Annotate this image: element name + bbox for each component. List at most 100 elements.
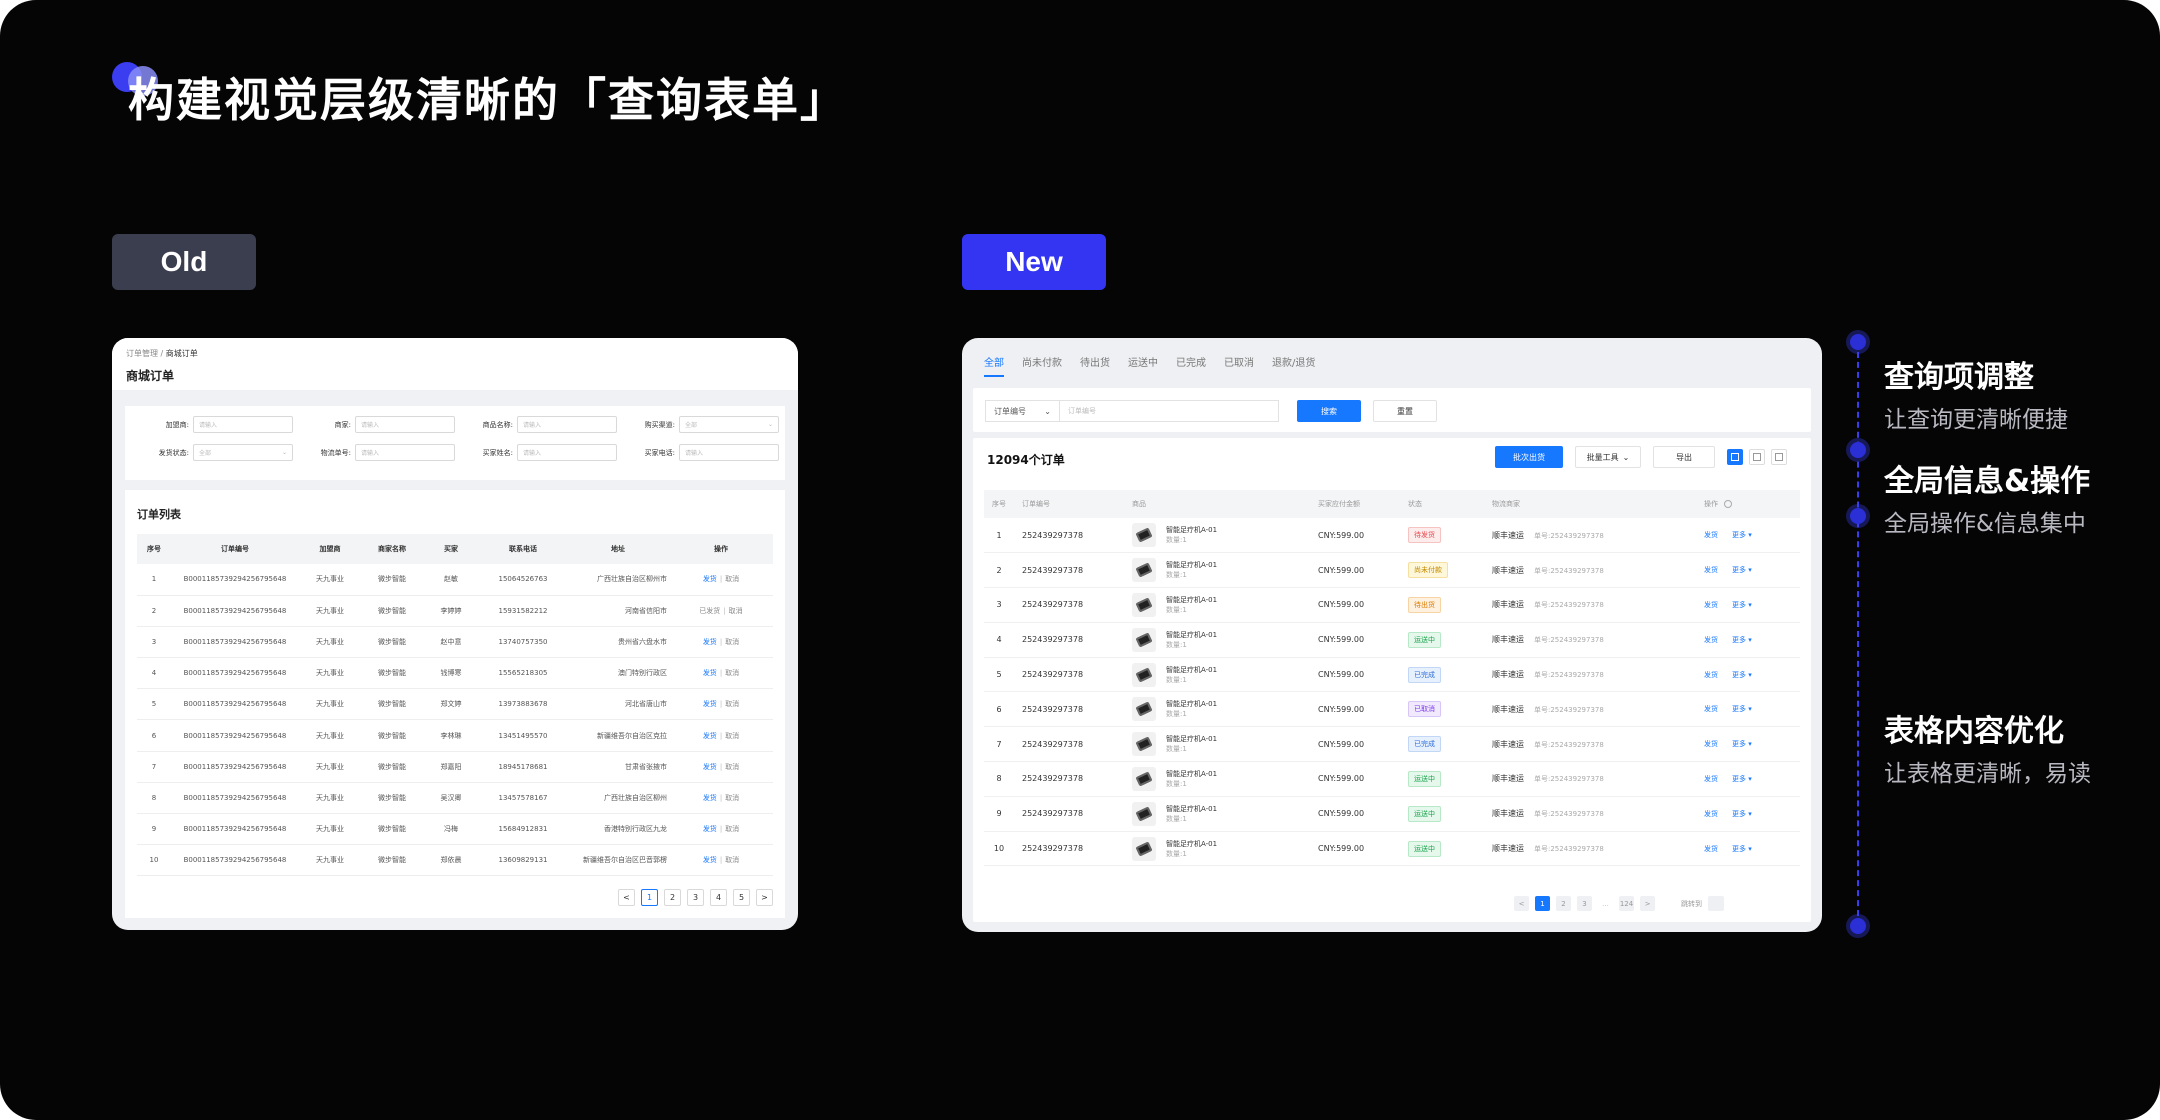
more-dropdown[interactable]: 更多 ▾	[1732, 636, 1752, 644]
search-button[interactable]: 搜索	[1297, 400, 1361, 422]
more-dropdown[interactable]: 更多 ▾	[1732, 531, 1752, 539]
page-button[interactable]: 2	[1556, 896, 1571, 911]
status-tab[interactable]: 已取消	[1224, 338, 1254, 384]
cancel-link[interactable]: 取消	[725, 763, 739, 771]
ship-link[interactable]: 发货	[703, 732, 717, 740]
table-cell: 河北省唐山市	[567, 688, 669, 721]
filter-input[interactable]: 请输入	[355, 444, 455, 461]
prev-page-button[interactable]: <	[1514, 896, 1529, 911]
more-dropdown[interactable]: 更多 ▾	[1732, 566, 1752, 574]
ship-link[interactable]: 发货	[703, 825, 717, 833]
ship-link[interactable]: 发货	[1704, 845, 1718, 853]
cancel-link[interactable]: 取消	[729, 607, 743, 615]
export-button[interactable]: 导出	[1653, 446, 1715, 468]
status-cell: 已取消	[1400, 691, 1484, 728]
ship-link[interactable]: 发货	[1704, 636, 1718, 644]
prev-page-button[interactable]: <	[618, 889, 635, 906]
product-thumbnail	[1132, 523, 1156, 548]
cancel-link[interactable]: 取消	[725, 794, 739, 802]
next-page-button[interactable]: >	[1640, 896, 1655, 911]
breadcrumb-root[interactable]: 订单管理	[126, 349, 158, 358]
card-view-icon[interactable]	[1771, 449, 1787, 465]
status-tab[interactable]: 全部	[984, 338, 1004, 384]
ship-link[interactable]: 发货	[1704, 671, 1718, 679]
cancel-link[interactable]: 取消	[725, 732, 739, 740]
more-dropdown[interactable]: 更多 ▾	[1732, 775, 1752, 783]
cancel-link[interactable]: 取消	[725, 669, 739, 677]
ship-link[interactable]: 发货	[703, 575, 717, 583]
filter-input[interactable]: 请输入	[517, 444, 617, 461]
status-tab[interactable]: 运送中	[1128, 338, 1158, 384]
ship-link[interactable]: 发货	[703, 856, 717, 864]
cancel-link[interactable]: 取消	[725, 700, 739, 708]
batch-tools-dropdown[interactable]: 批量工具 ⌄	[1575, 446, 1641, 468]
ship-link[interactable]: 发货	[703, 763, 717, 771]
info-icon[interactable]	[1724, 500, 1732, 508]
status-tab[interactable]: 待出货	[1080, 338, 1110, 384]
page-button[interactable]: 124	[1619, 896, 1634, 911]
column-label: 物流商家	[1492, 500, 1520, 508]
ship-link[interactable]: 发货	[1704, 740, 1718, 748]
ship-link[interactable]: 发货	[703, 638, 717, 646]
ship-link[interactable]: 发货	[703, 669, 717, 677]
page-button[interactable]: 1	[1535, 896, 1550, 911]
status-tab[interactable]: 尚未付款	[1022, 338, 1062, 384]
cancel-link[interactable]: 取消	[725, 575, 739, 583]
row-index: 4	[984, 622, 1014, 658]
more-dropdown[interactable]: 更多 ▾	[1732, 705, 1752, 713]
cancel-link[interactable]: 取消	[725, 825, 739, 833]
batch-ship-button[interactable]: 批次出货	[1495, 446, 1563, 468]
rail-node-icon	[1850, 508, 1866, 524]
filter-input[interactable]: 请输入	[517, 416, 617, 433]
tracking-number: 单号:252439297378	[1534, 566, 1604, 575]
status-badge: 待发货	[1408, 527, 1441, 544]
ship-link[interactable]: 发货	[1704, 705, 1718, 713]
cancel-link[interactable]: 取消	[725, 856, 739, 864]
more-dropdown[interactable]: 更多 ▾	[1732, 601, 1752, 609]
page-button[interactable]: 5	[733, 889, 750, 906]
ship-link[interactable]: 发货	[703, 794, 717, 802]
order-number: 252439297378	[1014, 831, 1124, 867]
product-name: 智能足疗机A-01	[1166, 839, 1218, 848]
more-dropdown[interactable]: 更多 ▾	[1732, 740, 1752, 748]
product-text: 智能足疗机A-01 数量:1	[1166, 839, 1217, 859]
cancel-link[interactable]: 取消	[725, 638, 739, 646]
ship-link[interactable]: 已发货	[699, 607, 720, 615]
product: 智能足疗机A-01 数量:1	[1132, 592, 1310, 617]
filter-input[interactable]: 全部 ⌄	[193, 444, 293, 461]
more-dropdown[interactable]: 更多 ▾	[1732, 671, 1752, 679]
page-button[interactable]: 2	[664, 889, 681, 906]
product-text: 智能足疗机A-01 数量:1	[1166, 769, 1217, 789]
reset-button[interactable]: 重置	[1373, 400, 1437, 422]
page-button[interactable]: 3	[1577, 896, 1592, 911]
ship-link[interactable]: 发货	[1704, 775, 1718, 783]
more-dropdown[interactable]: 更多 ▾	[1732, 810, 1752, 818]
filter-input[interactable]: 请输入	[679, 444, 779, 461]
ship-link[interactable]: 发货	[1704, 566, 1718, 574]
page-button[interactable]: 1	[641, 889, 658, 906]
product-cell: 智能足疗机A-01 数量:1	[1124, 761, 1310, 797]
ship-link[interactable]: 发货	[1704, 810, 1718, 818]
product-thumbnail	[1132, 558, 1156, 583]
ship-link[interactable]: 发货	[703, 700, 717, 708]
page-button[interactable]: 3	[687, 889, 704, 906]
ship-link[interactable]: 发货	[1704, 531, 1718, 539]
row-index: 10	[984, 831, 1014, 867]
more-dropdown[interactable]: 更多 ▾	[1732, 845, 1752, 853]
ship-link[interactable]: 发货	[1704, 601, 1718, 609]
status-tab[interactable]: 已完成	[1176, 338, 1206, 384]
filter-input[interactable]: 全部 ⌄	[679, 416, 779, 433]
next-page-button[interactable]: >	[756, 889, 773, 906]
jump-input[interactable]	[1708, 896, 1724, 911]
search-field-select[interactable]: 订单编号 ⌄	[985, 400, 1059, 422]
tracking-number: 单号:252439297378	[1534, 775, 1604, 784]
filter-input[interactable]: 请输入	[193, 416, 293, 433]
status-tab[interactable]: 退款/退货	[1272, 338, 1315, 384]
table-cell: 天九事业	[299, 595, 361, 627]
search-input[interactable]: 订单编号	[1059, 400, 1279, 422]
carrier-cell: 顺丰速运 单号:252439297378	[1484, 831, 1696, 867]
grid-view-icon[interactable]	[1749, 449, 1765, 465]
list-view-icon[interactable]	[1727, 449, 1743, 465]
filter-input[interactable]: 请输入	[355, 416, 455, 433]
page-button[interactable]: 4	[710, 889, 727, 906]
